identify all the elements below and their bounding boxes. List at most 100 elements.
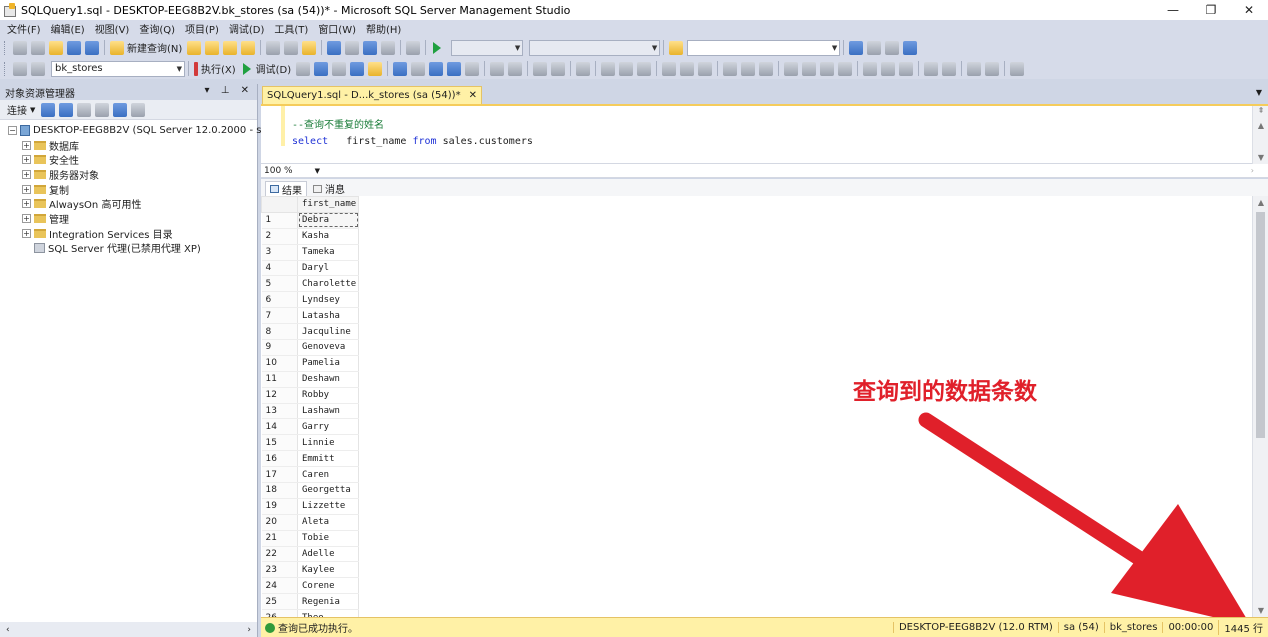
row-number[interactable]: 18 xyxy=(261,482,298,499)
restore-icon[interactable]: ❐ xyxy=(1192,0,1230,20)
sql-editor[interactable]: --查询不重复的姓名 select first_name from sales.… xyxy=(261,106,1268,164)
row-number[interactable]: 6 xyxy=(261,291,298,309)
increase-vspace-icon[interactable] xyxy=(881,61,896,76)
connect-explorer-icon[interactable] xyxy=(41,102,56,117)
expand-icon[interactable]: + xyxy=(22,169,31,179)
table-row[interactable]: 13 Lashawn xyxy=(261,403,359,420)
expand-icon[interactable]: + xyxy=(22,213,31,223)
database-engine-query-icon[interactable] xyxy=(187,40,202,55)
cell-first-name[interactable]: Tameka xyxy=(297,244,359,261)
cell-first-name[interactable]: Theo xyxy=(297,609,359,617)
align-right-icon[interactable] xyxy=(637,61,652,76)
table-row[interactable]: 6 Lyndsey xyxy=(261,291,359,309)
table-row[interactable]: 10 Pamelia xyxy=(261,355,359,372)
column-header-first-name[interactable]: first_name xyxy=(297,196,359,213)
same-size-icon[interactable] xyxy=(759,61,774,76)
include-plan-icon[interactable] xyxy=(411,61,426,76)
cell-first-name[interactable]: Charolette xyxy=(297,275,359,293)
expand-icon[interactable]: + xyxy=(22,155,31,165)
cell-first-name[interactable]: Emmitt xyxy=(297,450,359,468)
row-number[interactable]: 14 xyxy=(261,418,298,436)
scroll-left-icon[interactable]: ‹ xyxy=(6,625,10,635)
tree-node-databases[interactable]: + 数据库 xyxy=(8,138,257,153)
send-to-back-icon[interactable] xyxy=(985,61,1000,76)
scroll-right-icon[interactable]: › xyxy=(247,625,251,635)
table-row[interactable]: 5 Charolette xyxy=(261,275,359,293)
tab-results[interactable]: 结果 xyxy=(265,181,307,197)
tree-node-management[interactable]: + 管理 xyxy=(8,211,257,226)
cell-first-name[interactable]: Pamelia xyxy=(297,355,359,372)
split-icon[interactable]: ⇞ xyxy=(1253,106,1268,115)
redo-icon[interactable] xyxy=(345,40,360,55)
decrease-vspace-icon[interactable] xyxy=(899,61,914,76)
align-bottom-icon[interactable] xyxy=(698,61,713,76)
center-vertically-icon[interactable] xyxy=(942,61,957,76)
cell-first-name[interactable]: Deshawn xyxy=(297,371,359,388)
editor-hscroll-arrow-icon[interactable]: › xyxy=(1251,166,1254,175)
row-number[interactable]: 20 xyxy=(261,514,298,531)
row-number[interactable]: 16 xyxy=(261,450,298,468)
open-file-icon[interactable] xyxy=(49,40,63,55)
cell-first-name[interactable]: Jacquline xyxy=(297,323,359,341)
client-stats-icon[interactable] xyxy=(447,61,462,76)
minimize-icon[interactable]: — xyxy=(1154,0,1192,20)
align-middle-icon[interactable] xyxy=(680,61,695,76)
connect-dropdown-icon[interactable]: ▼ xyxy=(30,106,35,114)
decrease-hspace-icon[interactable] xyxy=(820,61,835,76)
table-row[interactable]: 15 Linnie xyxy=(261,434,359,452)
cell-first-name[interactable]: Lyndsey xyxy=(297,291,359,309)
bring-to-front-icon[interactable] xyxy=(967,61,982,76)
same-width-icon[interactable] xyxy=(723,61,738,76)
row-number[interactable]: 21 xyxy=(261,530,298,547)
results-to-grid-icon[interactable] xyxy=(465,61,480,76)
row-number[interactable]: 7 xyxy=(261,307,298,325)
table-row[interactable]: 24 Corene xyxy=(261,577,359,595)
filter-icon[interactable] xyxy=(95,102,110,117)
row-number[interactable]: 13 xyxy=(261,403,298,420)
copy-icon[interactable] xyxy=(284,40,299,55)
stop-icon[interactable] xyxy=(77,102,92,117)
row-number[interactable]: 1 xyxy=(261,212,298,229)
specify-values-icon[interactable] xyxy=(576,61,591,76)
query-designer-icon[interactable] xyxy=(350,61,365,76)
table-row[interactable]: 26Theo xyxy=(261,609,359,617)
row-number[interactable]: 4 xyxy=(261,260,298,277)
debug-play-icon[interactable] xyxy=(242,62,251,75)
expand-icon[interactable]: + xyxy=(22,140,31,150)
row-number[interactable]: 12 xyxy=(261,387,298,404)
cell-first-name[interactable]: Lizzette xyxy=(297,498,359,515)
change-connection-icon[interactable] xyxy=(31,61,45,76)
table-row[interactable]: 20 Aleta xyxy=(261,514,359,531)
cell-first-name[interactable]: Aleta xyxy=(297,514,359,531)
disconnect-icon[interactable] xyxy=(59,102,74,117)
uncomment-icon[interactable] xyxy=(508,61,523,76)
tab-order-icon[interactable] xyxy=(1010,61,1025,76)
zoom-level[interactable]: 100 % xyxy=(264,166,293,176)
table-row[interactable]: 18 Georgetta xyxy=(261,482,359,499)
save-icon[interactable] xyxy=(67,40,81,55)
tab-close-icon[interactable]: ✕ xyxy=(469,90,477,101)
debug-button[interactable]: 调试(D) xyxy=(256,61,292,76)
decrease-indent-icon[interactable] xyxy=(533,61,548,76)
parse-icon[interactable] xyxy=(314,61,329,76)
connect-button[interactable]: 连接 xyxy=(7,102,27,117)
cell-first-name[interactable]: Regenia xyxy=(297,593,359,611)
tree-node-server[interactable]: − DESKTOP-EEG8B2V (SQL Server 12.0.2000 … xyxy=(8,123,271,138)
solution-explorer-icon[interactable] xyxy=(849,40,864,55)
tree-node-replication[interactable]: + 复制 xyxy=(8,182,257,197)
row-number[interactable]: 2 xyxy=(261,228,298,245)
cancel-query-icon[interactable] xyxy=(296,61,311,76)
menu-edit[interactable]: 编辑(E) xyxy=(46,21,90,36)
row-number[interactable]: 22 xyxy=(261,546,298,563)
row-number[interactable]: 3 xyxy=(261,244,298,261)
find-in-files-icon[interactable] xyxy=(669,40,684,55)
table-row[interactable]: 23 Kaylee xyxy=(261,561,359,579)
object-explorer-icon[interactable] xyxy=(903,40,918,55)
editor-vscroll[interactable]: ⇞ ▲ ▼ xyxy=(1252,106,1268,164)
expand-icon[interactable]: + xyxy=(22,184,31,194)
save-all-icon[interactable] xyxy=(85,40,99,55)
execute-exclamation-icon[interactable] xyxy=(194,61,198,76)
activity-monitor-icon[interactable] xyxy=(131,102,146,117)
toolbar-grip[interactable] xyxy=(4,40,7,55)
cell-first-name[interactable]: Garry xyxy=(297,418,359,436)
